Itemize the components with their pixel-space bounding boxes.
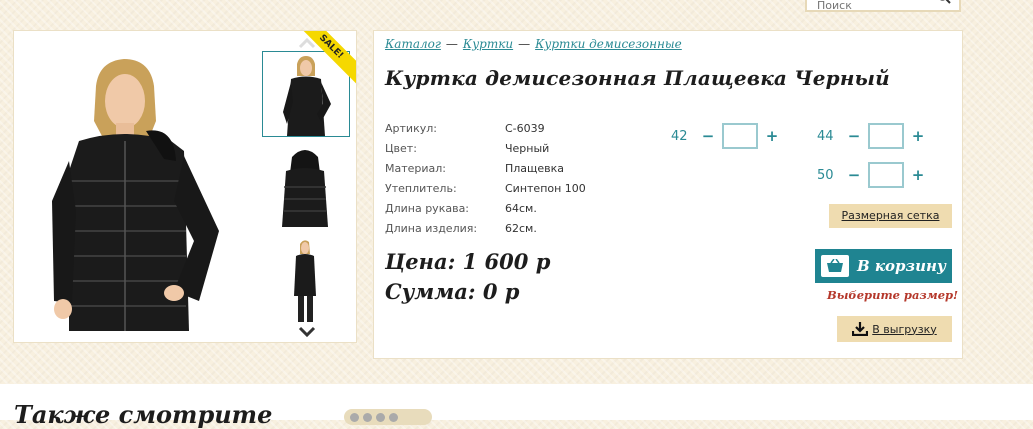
download-icon: [852, 322, 869, 336]
search-input[interactable]: [807, 0, 937, 13]
size-label: 44: [817, 128, 834, 144]
property-value: Черный: [505, 142, 550, 155]
size-row-44: 44 − +: [817, 123, 927, 149]
size-label: 50: [817, 167, 834, 183]
decrement-button[interactable]: −: [845, 166, 863, 184]
main-product-photo[interactable]: [24, 41, 264, 341]
size-chart-button[interactable]: Размерная сетка: [829, 204, 952, 228]
breadcrumb-separator: —: [445, 37, 458, 51]
related-title: Также смотрите: [14, 400, 273, 429]
size-row-50: 50 − +: [817, 162, 927, 188]
increment-button[interactable]: +: [909, 127, 927, 145]
property-key: Утеплитель:: [385, 182, 457, 195]
property-row: Длина изделия: 62см.: [385, 219, 586, 239]
property-value: 62см.: [505, 222, 537, 235]
product-title: Куртка демисезонная Плащевка Черный: [385, 66, 890, 90]
thumbnail-side-photo: [294, 240, 316, 322]
breadcrumb-catalog[interactable]: Каталог: [385, 37, 441, 51]
property-key: Длина изделия:: [385, 222, 478, 235]
thumbnail-strip: [262, 31, 352, 342]
property-value: С-6039: [505, 122, 545, 135]
search-icon[interactable]: [937, 0, 951, 4]
add-to-cart-button[interactable]: В корзину: [815, 249, 952, 283]
quantity-input[interactable]: [868, 162, 904, 188]
quantity-input[interactable]: [868, 123, 904, 149]
increment-button[interactable]: +: [909, 166, 927, 184]
export-label: В выгрузку: [872, 322, 937, 336]
property-row: Материал: Плащевка: [385, 159, 586, 179]
quantity-input[interactable]: [722, 123, 758, 149]
pager-dot[interactable]: [376, 412, 385, 422]
pager-dot[interactable]: [350, 412, 359, 422]
property-row: Утеплитель: Синтепон 100: [385, 179, 586, 199]
increment-button[interactable]: +: [763, 127, 781, 145]
decrement-button[interactable]: −: [845, 127, 863, 145]
basket-icon: [821, 255, 849, 277]
chevron-down-icon[interactable]: [297, 325, 317, 339]
thumbnail-front-photo: [283, 56, 331, 136]
property-key: Материал:: [385, 162, 447, 175]
select-size-warning: Выберите размер!: [827, 288, 959, 302]
property-key: Цвет:: [385, 142, 417, 155]
property-value: Плащевка: [505, 162, 565, 175]
property-value: 64см.: [505, 202, 537, 215]
size-row-42: 42 − +: [671, 123, 781, 149]
breadcrumb-demiseason[interactable]: Куртки демисезонные: [535, 37, 682, 51]
price-label: Цена: 1 600 р: [385, 249, 551, 274]
property-key: Длина рукава:: [385, 202, 470, 215]
pager-dot[interactable]: [389, 412, 398, 422]
carousel-pager[interactable]: [344, 409, 432, 425]
breadcrumb-separator: —: [518, 37, 531, 51]
breadcrumb: Каталог — Куртки — Куртки демисезонные: [385, 37, 682, 51]
thumbnail-3[interactable]: [262, 236, 350, 322]
product-properties: Артикул: С-6039 Цвет: Черный Материал: Плащ…: [385, 119, 586, 239]
breadcrumb-jackets[interactable]: Куртки: [463, 37, 513, 51]
size-label: 42: [671, 128, 688, 144]
export-button[interactable]: В выгрузку: [837, 316, 952, 342]
thumbnail-back-photo: [282, 150, 328, 227]
product-gallery: SALE!: [13, 30, 357, 343]
product-info-panel: Каталог — Куртки — Куртки демисезонные Куртк…: [373, 30, 963, 359]
property-row: Длина рукава: 64см.: [385, 199, 586, 219]
property-key: Артикул:: [385, 122, 437, 135]
search-box[interactable]: [805, 0, 961, 13]
thumbnail-2[interactable]: [262, 143, 350, 229]
property-value: Синтепон 100: [505, 182, 586, 195]
property-row: Цвет: Черный: [385, 139, 586, 159]
decrement-button[interactable]: −: [699, 127, 717, 145]
sum-label: Сумма: 0 р: [385, 279, 520, 304]
pager-dot[interactable]: [363, 412, 372, 422]
property-row: Артикул: С-6039: [385, 119, 586, 139]
price-block: Цена: 1 600 р Сумма: 0 р: [385, 247, 550, 307]
add-to-cart-label: В корзину: [857, 257, 946, 275]
